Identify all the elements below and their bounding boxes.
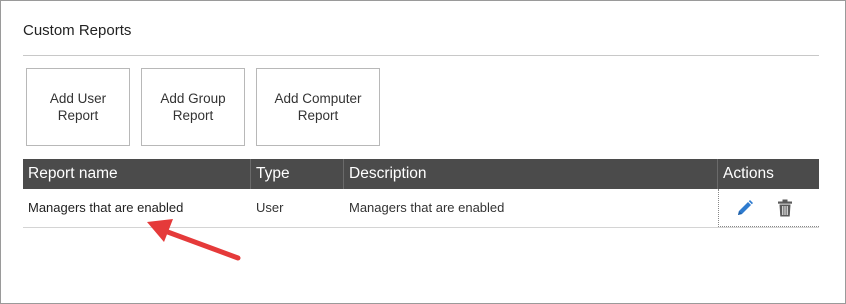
column-header-report-name[interactable]: Report name (23, 159, 251, 189)
title-divider (23, 55, 819, 56)
page-title: Custom Reports (23, 22, 132, 39)
pencil-icon[interactable] (736, 199, 754, 217)
report-description-cell: Managers that are enabled (349, 200, 505, 215)
reports-table: Report name Type Description Actions Man… (23, 159, 819, 228)
column-header-description[interactable]: Description (344, 159, 718, 189)
custom-reports-panel: Custom Reports Add User Report Add Group… (0, 0, 846, 304)
table-header: Report name Type Description Actions (23, 159, 819, 189)
trash-icon[interactable] (776, 199, 794, 217)
add-computer-report-button[interactable]: Add Computer Report (256, 68, 380, 146)
column-header-actions: Actions (723, 165, 774, 182)
report-type-cell: User (256, 200, 284, 215)
add-user-report-button[interactable]: Add User Report (26, 68, 130, 146)
column-header-type[interactable]: Type (251, 159, 344, 189)
add-group-report-button[interactable]: Add Group Report (141, 68, 245, 146)
report-name-cell[interactable]: Managers that are enabled (23, 189, 251, 227)
row-actions (718, 189, 819, 227)
table-row[interactable]: Managers that are enabled User Managers … (23, 189, 819, 228)
